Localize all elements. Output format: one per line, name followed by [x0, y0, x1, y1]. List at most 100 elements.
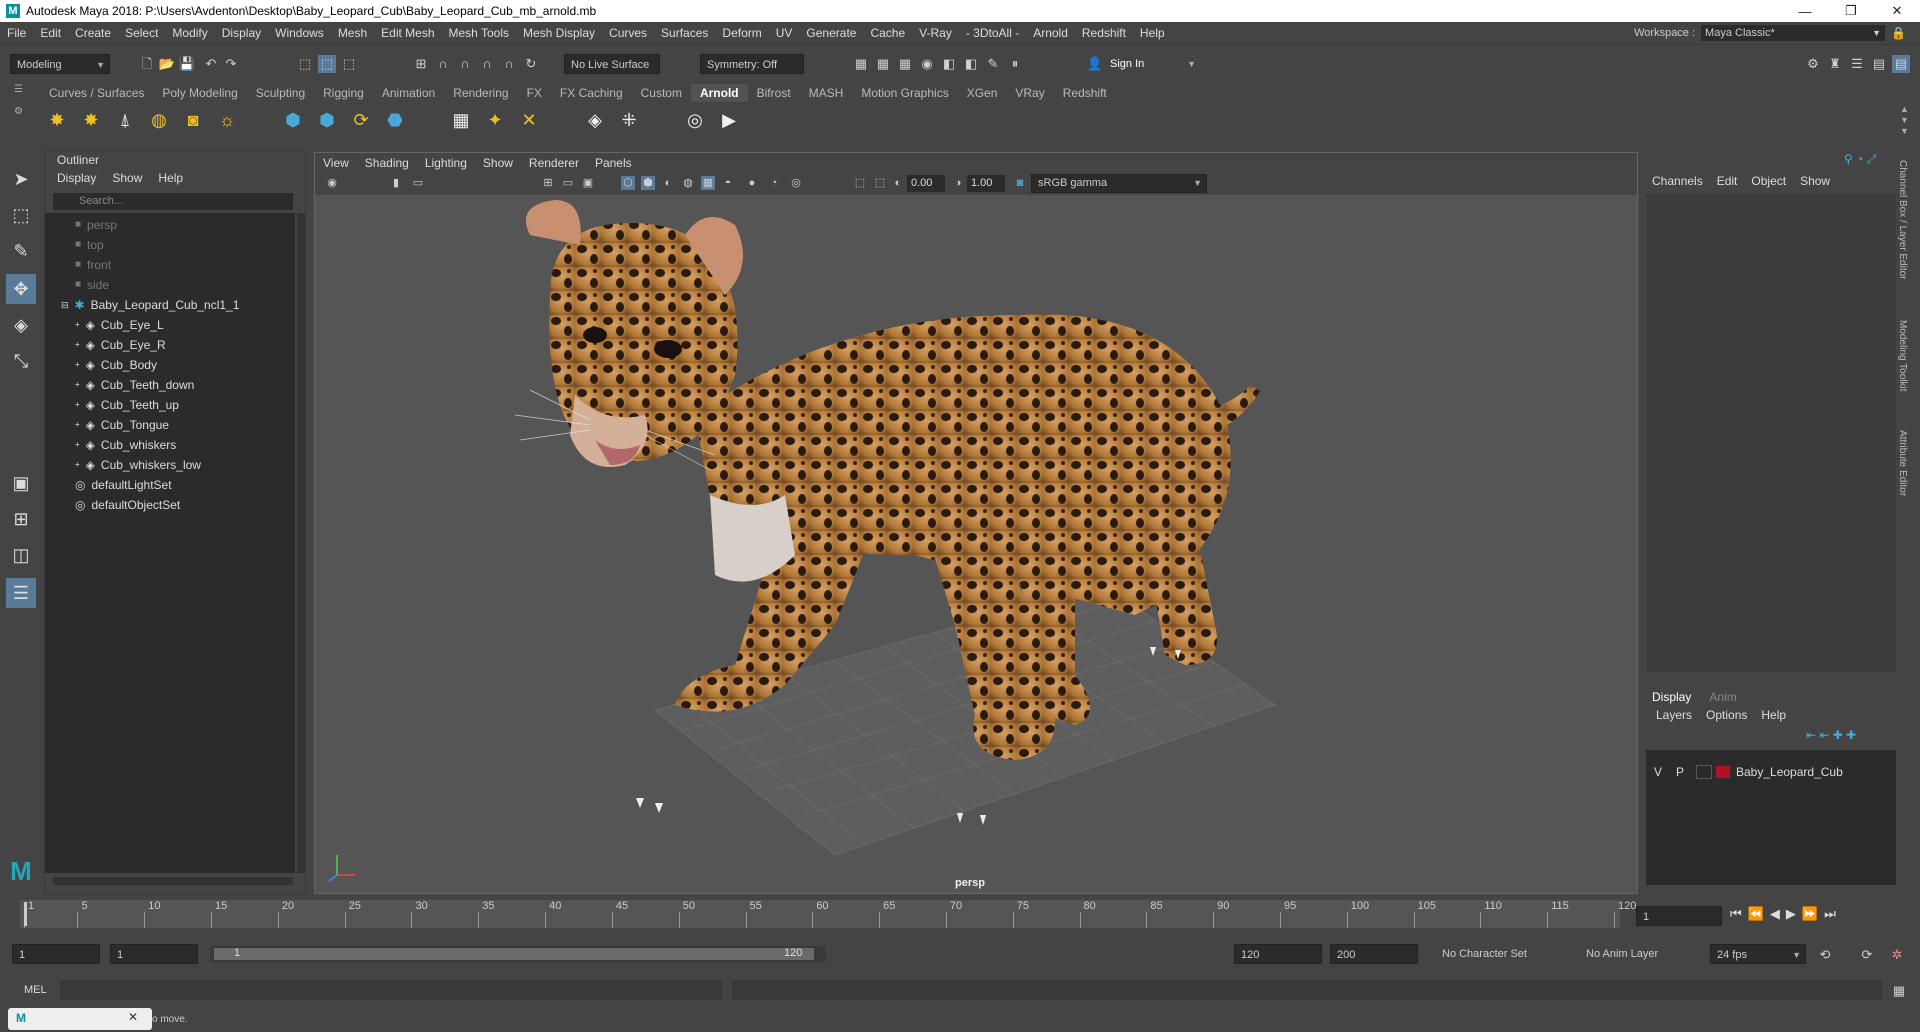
snap-view-icon[interactable]: ∩: [478, 55, 496, 73]
outliner-mesh-item[interactable]: + ◈ Cub_whiskers: [75, 435, 176, 455]
expand-icon[interactable]: +: [75, 415, 80, 435]
photometric-light-icon[interactable]: ⍋: [112, 107, 138, 133]
outliner-horizontal-scrollbar[interactable]: [53, 877, 293, 885]
flush-cache-icon[interactable]: ✦: [482, 107, 508, 133]
menu-uv[interactable]: UV: [769, 26, 800, 40]
shelf-tab-arnold[interactable]: Arnold: [690, 84, 748, 102]
layers-menu[interactable]: Layers: [1656, 708, 1692, 722]
exposure-field[interactable]: 0.00: [907, 175, 945, 192]
resolution-gate-icon[interactable]: ▣: [581, 176, 595, 190]
preferences-icon[interactable]: ✲: [1888, 946, 1906, 964]
shelf-tab-mash[interactable]: MASH: [800, 84, 853, 102]
outliner-mesh-item[interactable]: + ◈ Cub_whiskers_low: [75, 455, 201, 475]
time-slider[interactable]: 1 5 10 15 20 25 30 35 40 45 50 55 60 65 70 75 80 85 90 95 10…: [0, 898, 1920, 934]
viewport-menu-shading[interactable]: Shading: [357, 156, 417, 170]
outliner-vertical-scrollbar[interactable]: [297, 213, 305, 873]
curve-collector-icon[interactable]: ⟳: [348, 107, 374, 133]
snap-curve-icon[interactable]: ∩: [434, 55, 452, 73]
side-tab-modeling-toolkit[interactable]: Modeling Toolkit: [1894, 320, 1908, 392]
undo-icon[interactable]: ↶: [202, 55, 220, 73]
menu-v-ray[interactable]: V-Ray: [912, 26, 959, 40]
bookmark-icon[interactable]: ▭: [411, 176, 425, 190]
expand-icon[interactable]: +: [75, 455, 80, 475]
outliner-menu-display[interactable]: Display: [57, 171, 96, 185]
select-camera-icon[interactable]: ◉: [325, 176, 339, 190]
volume-icon[interactable]: ⬣: [382, 107, 408, 133]
menu-windows[interactable]: Windows: [268, 26, 331, 40]
workspace-dropdown[interactable]: Maya Classic* ▼: [1701, 25, 1886, 41]
object-menu[interactable]: Object: [1751, 174, 1786, 188]
side-tab-channel-box[interactable]: Channel Box / Layer Editor: [1894, 160, 1908, 280]
menu-deform[interactable]: Deform: [715, 26, 768, 40]
playback-start-field[interactable]: 1: [110, 944, 198, 964]
tab-anim[interactable]: Anim: [1709, 690, 1736, 704]
viewport-menu-renderer[interactable]: Renderer: [521, 156, 587, 170]
layer-row[interactable]: V P Baby_Leopard_Cub: [1646, 762, 1896, 782]
fps-dropdown[interactable]: 24 fps ▼: [1710, 944, 1806, 964]
menu-arnold[interactable]: Arnold: [1026, 26, 1075, 40]
shelf-tab-fx-caching[interactable]: FX Caching: [551, 84, 632, 102]
tab-display[interactable]: Display: [1652, 690, 1691, 704]
command-input[interactable]: [60, 980, 722, 1000]
layer-type-toggle[interactable]: [1696, 765, 1712, 779]
menu-help[interactable]: Help: [1133, 26, 1172, 40]
expand-icon[interactable]: +: [75, 315, 80, 335]
layer-action-icons[interactable]: ⇤ ⇤ ✚ ✚: [1806, 728, 1856, 742]
outliner-menu-help[interactable]: Help: [158, 171, 183, 185]
symmetry-dropdown[interactable]: Symmetry: Off: [700, 54, 804, 74]
select-object-icon[interactable]: ⬚: [318, 55, 336, 73]
menu-mesh[interactable]: Mesh: [331, 26, 374, 40]
viewport-menu-show[interactable]: Show: [475, 156, 521, 170]
shelf-tab-rigging[interactable]: Rigging: [314, 84, 373, 102]
lasso-tool-icon[interactable]: ⬚: [6, 200, 36, 230]
render-view-icon[interactable]: ◉: [918, 55, 936, 73]
shelf-tab-fx[interactable]: FX: [518, 84, 551, 102]
loop-icon[interactable]: ⟲: [1816, 946, 1834, 964]
snap-rotate-icon[interactable]: ↻: [522, 55, 540, 73]
depth-of-field-icon[interactable]: ◔: [767, 176, 781, 190]
outliner-mesh-item[interactable]: + ◈ Cub_Eye_R: [75, 335, 166, 355]
light-portal-icon[interactable]: ◙: [180, 107, 206, 133]
outliner-layout-icon[interactable]: ☰: [6, 578, 36, 608]
viewport-menu-view[interactable]: View: [315, 156, 357, 170]
menu-display[interactable]: Display: [215, 26, 268, 40]
layer-visibility-toggle[interactable]: V: [1654, 765, 1670, 779]
toon-icon[interactable]: ⁜: [616, 107, 642, 133]
expand-icon[interactable]: +: [75, 375, 80, 395]
shelf-tab-vray[interactable]: VRay: [1006, 84, 1053, 102]
area-light-icon[interactable]: ✸: [44, 107, 70, 133]
render-play-icon[interactable]: ▶: [716, 107, 742, 133]
menu-modify[interactable]: Modify: [165, 26, 214, 40]
channel-box-toolbar-icons[interactable]: ⚲ ◔ ⤢: [1844, 152, 1876, 167]
menu-generate[interactable]: Generate: [799, 26, 863, 40]
lights-icon[interactable]: ◍: [681, 176, 695, 190]
mode-dropdown[interactable]: Modeling ▼: [10, 54, 110, 74]
shelf-tab-redshift[interactable]: Redshift: [1054, 84, 1116, 102]
outliner-camera-item[interactable]: ■ top: [75, 235, 104, 255]
open-scene-icon[interactable]: 📂: [158, 55, 176, 73]
viewport-scene[interactable]: [315, 195, 1637, 893]
arnold-render-icon[interactable]: ◧: [962, 55, 980, 73]
animation-start-field[interactable]: 1: [12, 944, 100, 964]
gamma-field[interactable]: 1.00: [967, 175, 1005, 192]
isolate-select-icon[interactable]: ◎: [789, 176, 803, 190]
expand-icon[interactable]: +: [75, 335, 80, 355]
skydome-light-icon[interactable]: ◍: [146, 107, 172, 133]
menu-curves[interactable]: Curves: [602, 26, 654, 40]
human-ik-icon[interactable]: ♜: [1826, 55, 1844, 73]
export-standin-icon[interactable]: ⬢: [314, 107, 340, 133]
edit-menu[interactable]: Edit: [1717, 174, 1738, 188]
maximize-button[interactable]: ❐: [1828, 0, 1874, 22]
outliner-mesh-item[interactable]: + ◈ Cub_Body: [75, 355, 157, 375]
current-time-indicator[interactable]: [24, 902, 27, 926]
outliner-camera-item[interactable]: ■ persp: [75, 215, 117, 235]
select-component-icon[interactable]: ⬚: [340, 55, 358, 73]
expand-icon[interactable]: +: [75, 355, 80, 375]
render-frame-icon[interactable]: ▦: [852, 55, 870, 73]
color-management-icon[interactable]: ◙: [1013, 176, 1027, 190]
shelf-menu-handle[interactable]: ☰ ⚙: [14, 84, 34, 140]
shelf-tab-xgen[interactable]: XGen: [958, 84, 1007, 102]
menu-select[interactable]: Select: [118, 26, 165, 40]
two-pane-layout-icon[interactable]: ◫: [6, 540, 36, 570]
outliner-set-item[interactable]: ◎ defaultLightSet: [75, 475, 172, 495]
